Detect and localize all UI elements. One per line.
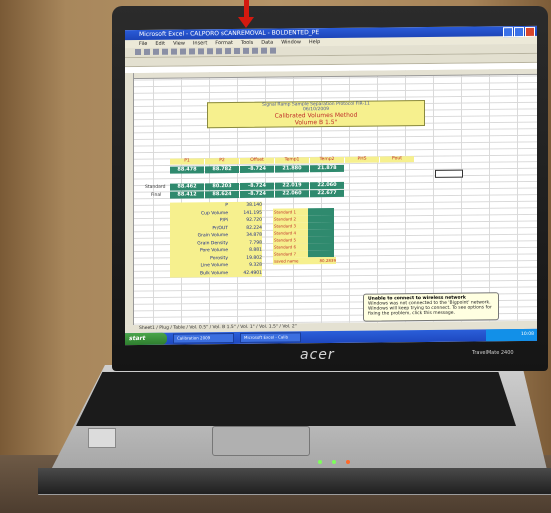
menu-file[interactable]: File bbox=[139, 40, 147, 48]
chart-icon[interactable] bbox=[234, 47, 240, 55]
col-label: Temp1 bbox=[275, 157, 309, 164]
cell[interactable]: -8.724 bbox=[240, 190, 274, 198]
balloon-body: Windows was not connected to the 'Bigpoi… bbox=[368, 300, 492, 317]
window-controls[interactable] bbox=[503, 26, 535, 38]
cut-icon[interactable] bbox=[171, 48, 177, 55]
std-summary-label: saved name bbox=[273, 257, 308, 265]
red-arrow-icon bbox=[238, 17, 254, 28]
menu-data[interactable]: Data bbox=[261, 39, 273, 47]
touchpad bbox=[212, 426, 310, 456]
cell[interactable]: 88.624 bbox=[205, 190, 239, 199]
col-label: P1 bbox=[170, 158, 204, 165]
table-row: Bulk Volume 42.4901 bbox=[170, 269, 262, 277]
laptop-model-label: TravelMate 2400 bbox=[472, 350, 514, 356]
cell[interactable]: 88.412 bbox=[170, 191, 204, 199]
row-headers bbox=[125, 73, 134, 326]
status-led bbox=[346, 460, 350, 464]
copy-icon[interactable] bbox=[180, 48, 186, 55]
stat-value[interactable]: 42.4901 bbox=[230, 269, 262, 277]
menu-format[interactable]: Format bbox=[215, 39, 233, 47]
save-icon[interactable] bbox=[153, 48, 159, 55]
cell[interactable]: 88.462 bbox=[170, 183, 204, 191]
laptop-front-edge bbox=[38, 468, 551, 494]
cell[interactable]: 22.060 bbox=[275, 190, 309, 198]
cell[interactable]: 22.019 bbox=[275, 182, 309, 190]
cell[interactable]: -8.724 bbox=[240, 165, 274, 173]
menu-insert[interactable]: Insert bbox=[193, 39, 207, 47]
menu-tools[interactable]: Tools bbox=[241, 39, 253, 47]
data-row: 88.412 88.624 -8.724 22.060 22.677 bbox=[170, 189, 344, 199]
italic-icon[interactable] bbox=[252, 47, 258, 54]
align-icon[interactable] bbox=[270, 47, 276, 54]
stat-label: Bulk Volume bbox=[200, 270, 228, 276]
col-label: PHS bbox=[345, 156, 379, 163]
window-title: Microsoft Excel - CALPORO sCANREMOVAL - … bbox=[139, 29, 320, 39]
red-arrow-shaft bbox=[244, 0, 249, 18]
col-label: Offset bbox=[240, 157, 274, 164]
selected-cell[interactable] bbox=[435, 169, 463, 178]
sum-icon[interactable] bbox=[216, 48, 222, 55]
underline-icon[interactable] bbox=[261, 47, 267, 54]
column-labels-row: P1 P2 Offset Temp1 Temp2 PHS Pout bbox=[170, 156, 414, 165]
menu-help[interactable]: Help bbox=[309, 38, 320, 46]
std-summary-value[interactable]: 80.2839 bbox=[308, 256, 336, 265]
close-icon[interactable] bbox=[525, 26, 535, 37]
laptop-screen: Microsoft Excel - CALPORO sCANREMOVAL - … bbox=[125, 25, 537, 346]
menu-window[interactable]: Window bbox=[281, 38, 301, 46]
status-led bbox=[318, 460, 322, 464]
undo-icon[interactable] bbox=[198, 48, 204, 55]
header-line-4: Volume B 1.5" bbox=[294, 118, 338, 127]
cell[interactable]: 88.478 bbox=[170, 166, 204, 174]
worksheet-grid[interactable]: Signal Ramp Sample Separation Protocol F… bbox=[125, 68, 537, 326]
maximize-icon[interactable] bbox=[514, 26, 524, 38]
cell[interactable]: 80.203 bbox=[205, 182, 239, 191]
wireless-notification-balloon[interactable]: Unable to connect to wireless network Wi… bbox=[363, 292, 499, 322]
sort-icon[interactable] bbox=[225, 48, 231, 55]
row-label-final: Final bbox=[151, 192, 162, 198]
col-label: P2 bbox=[205, 157, 239, 165]
cell[interactable]: -8.724 bbox=[240, 182, 274, 190]
sheet-header-box: Signal Ramp Sample Separation Protocol F… bbox=[207, 100, 425, 129]
minimize-icon[interactable] bbox=[503, 27, 513, 38]
data-row: 88.478 88.782 -8.724 21.880 21.878 bbox=[170, 164, 344, 174]
menu-view[interactable]: View bbox=[173, 40, 185, 48]
menu-edit[interactable]: Edit bbox=[155, 40, 165, 48]
system-tray-clock[interactable]: 10:08 bbox=[486, 328, 537, 342]
bold-icon[interactable] bbox=[243, 47, 249, 54]
col-label: Pout bbox=[380, 156, 414, 163]
keyboard bbox=[76, 372, 516, 426]
cell[interactable]: 88.782 bbox=[205, 165, 239, 174]
standards-table: Standard 1 Standard 2 Standard 3 Standar… bbox=[273, 207, 337, 265]
sticker bbox=[88, 428, 116, 448]
cell[interactable]: 22.060 bbox=[310, 181, 344, 190]
status-led bbox=[332, 460, 336, 464]
table-row: saved name 80.2839 bbox=[273, 256, 337, 265]
results-table: P 38.140 Cup Volume 141.195 P/Pi 92.720 Pr/… bbox=[170, 201, 262, 278]
print-icon[interactable] bbox=[162, 48, 168, 55]
start-button[interactable]: start bbox=[125, 332, 167, 346]
taskbar-item[interactable]: Microsoft Excel - Calib bbox=[240, 332, 301, 343]
row-label-standard: Standard bbox=[145, 184, 166, 190]
laptop-brand-logo: acer bbox=[300, 347, 335, 363]
cell[interactable]: 21.880 bbox=[275, 165, 309, 173]
open-icon[interactable] bbox=[144, 48, 150, 55]
redo-icon[interactable] bbox=[207, 48, 213, 55]
cell[interactable]: 21.878 bbox=[310, 164, 344, 173]
col-label: Temp2 bbox=[310, 156, 344, 164]
cell[interactable]: 22.677 bbox=[310, 189, 344, 198]
new-icon[interactable] bbox=[135, 48, 141, 56]
paste-icon[interactable] bbox=[189, 48, 195, 55]
taskbar-item[interactable]: Calibration 2009 bbox=[173, 333, 234, 344]
